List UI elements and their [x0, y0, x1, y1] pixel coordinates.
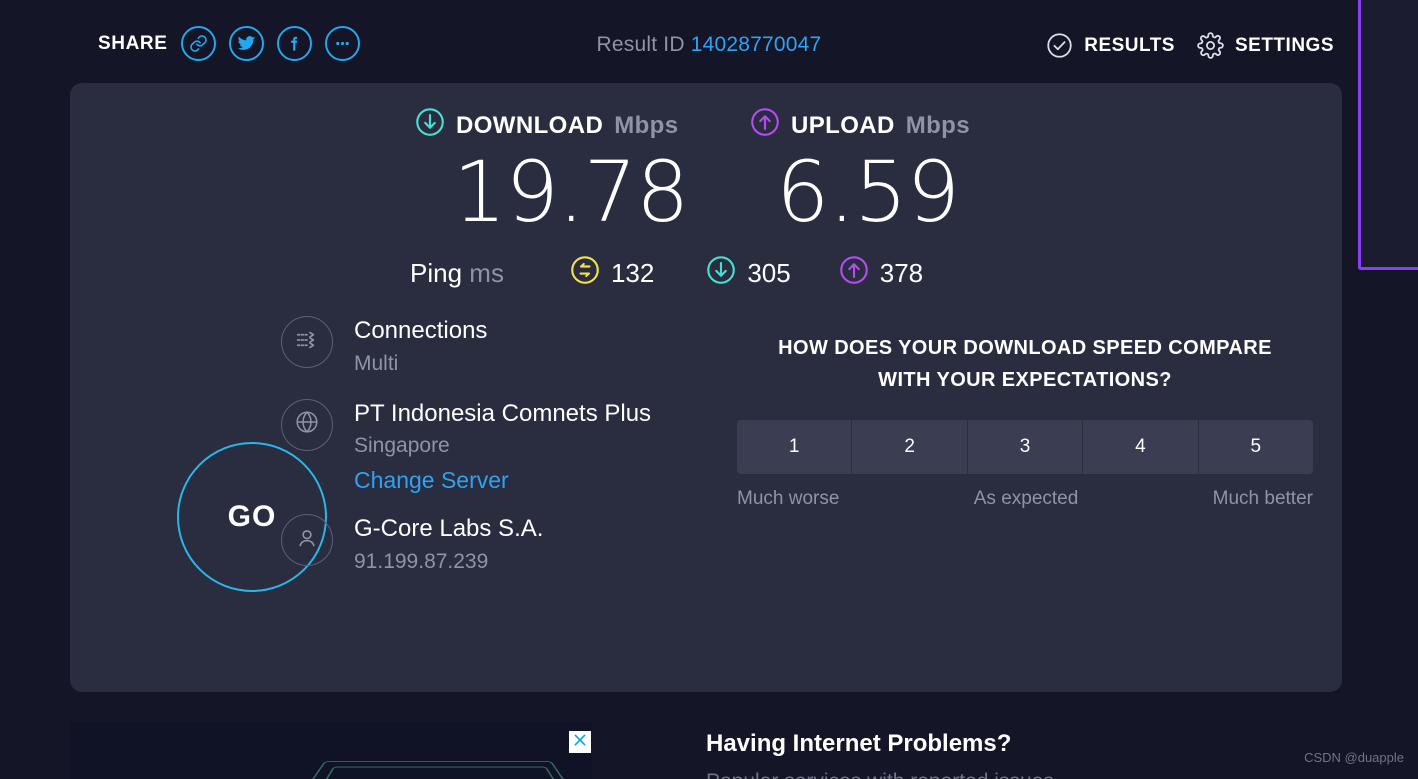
connection-info: Connections Multi PT Indonesia Comnets P…	[281, 314, 701, 595]
info-row-isp: G-Core Labs S.A. 91.199.87.239	[281, 512, 701, 577]
download-result: DOWNLOAD Mbps 19.78	[415, 107, 689, 241]
upload-value: 6.59	[776, 143, 960, 241]
survey-legend: Much worse As expected Much better	[737, 488, 1313, 510]
nav-results[interactable]: RESULTS	[1046, 32, 1175, 59]
ping-upload-value: 378	[879, 258, 924, 288]
download-label: DOWNLOAD	[456, 111, 604, 139]
nav-results-label: RESULTS	[1084, 34, 1175, 56]
isp-text: G-Core Labs S.A. 91.199.87.239	[354, 512, 543, 577]
survey-rating-group: 1 2 3 4 5	[737, 419, 1314, 474]
rating-button-3[interactable]: 3	[967, 419, 1084, 474]
connections-arrows-icon	[293, 326, 321, 359]
ping-idle-value: 132	[610, 258, 655, 288]
ad-banner[interactable]	[70, 722, 592, 779]
upload-header: UPLOAD Mbps	[750, 107, 970, 144]
result-card: DOWNLOAD Mbps 19.78 UPLOAD Mbps 6.59 Pin…	[70, 83, 1342, 692]
download-value: 19.78	[453, 143, 689, 241]
upload-arrow-icon	[750, 107, 780, 144]
upload-result: UPLOAD Mbps 6.59	[750, 107, 970, 234]
survey-title-line2: WITH YOUR EXPECTATIONS?	[878, 369, 1172, 392]
connections-text: Connections Multi	[354, 314, 487, 379]
server-secondary: Singapore	[354, 434, 450, 458]
download-header: DOWNLOAD Mbps	[415, 107, 688, 144]
server-primary: PT Indonesia Comnets Plus	[354, 399, 652, 427]
change-server-link[interactable]: Change Server	[354, 467, 651, 494]
download-arrow-icon	[415, 107, 445, 144]
watermark: CSDN @duapple	[1304, 750, 1404, 765]
upload-label: UPLOAD	[791, 111, 895, 139]
ping-label: Ping ms	[410, 258, 504, 289]
ping-download-value: 305	[747, 258, 791, 288]
user-icon	[293, 524, 321, 557]
ping-download: 305	[706, 255, 791, 292]
legend-right: Much better	[1212, 487, 1313, 509]
internet-problems-subtitle: Popular services with reported issues	[706, 770, 1054, 779]
nav-settings[interactable]: SETTINGS	[1197, 32, 1334, 59]
gear-icon	[1197, 32, 1224, 59]
check-circle-icon	[1046, 32, 1073, 59]
download-unit: Mbps	[614, 111, 679, 139]
ad-close-button[interactable]	[569, 731, 591, 753]
survey: HOW DOES YOUR DOWNLOAD SPEED COMPARE WIT…	[737, 332, 1314, 510]
ping-idle: 132	[570, 255, 654, 292]
result-id-label: Result ID	[596, 33, 685, 56]
info-row-connections: Connections Multi	[281, 314, 701, 379]
top-bar: SHARE Result ID 14028770047 RESULTS SETT…	[0, 0, 1418, 270]
ping-unit: ms	[469, 258, 504, 288]
upload-arrow-icon	[839, 255, 869, 292]
upload-unit: Mbps	[905, 111, 970, 139]
isp-secondary: 91.199.87.239	[354, 549, 489, 573]
connections-primary: Connections	[354, 317, 488, 344]
ping-upload: 378	[839, 255, 923, 292]
legend-left: Much worse	[737, 487, 840, 509]
internet-problems-title: Having Internet Problems?	[706, 730, 1012, 757]
result-id-value[interactable]: 14028770047	[691, 33, 822, 56]
globe-icon	[293, 408, 321, 441]
download-arrow-icon	[706, 255, 736, 292]
nav-settings-label: SETTINGS	[1234, 34, 1334, 56]
idle-latency-icon	[570, 255, 600, 292]
go-button-label: GO	[227, 500, 277, 533]
ping-row: Ping ms 132 305 378	[410, 255, 923, 292]
rating-button-2[interactable]: 2	[852, 419, 968, 474]
info-row-server: PT Indonesia Comnets Plus Singapore Chan…	[281, 397, 701, 495]
server-text: PT Indonesia Comnets Plus Singapore Chan…	[354, 397, 651, 495]
rating-button-1[interactable]: 1	[737, 419, 853, 474]
survey-title-line1: HOW DOES YOUR DOWNLOAD SPEED COMPARE	[778, 337, 1272, 359]
legend-center: As expected	[973, 487, 1079, 509]
nav-right: RESULTS SETTINGS	[1046, 32, 1334, 59]
isp-icon-wrap[interactable]	[281, 514, 333, 567]
ad-artwork	[285, 760, 591, 779]
connections-icon-wrap[interactable]	[281, 316, 333, 368]
server-icon-wrap[interactable]	[281, 398, 333, 451]
promo-panel-edge	[1358, 0, 1418, 270]
rating-button-4[interactable]: 4	[1083, 419, 1199, 474]
connections-secondary: Multi	[354, 351, 399, 375]
internet-problems-section: Having Internet Problems? Popular servic…	[706, 730, 1054, 779]
close-icon	[572, 732, 588, 753]
rating-button-5[interactable]: 5	[1198, 419, 1314, 474]
ping-word: Ping	[410, 258, 463, 288]
isp-primary: G-Core Labs S.A.	[354, 515, 544, 543]
survey-title: HOW DOES YOUR DOWNLOAD SPEED COMPARE WIT…	[737, 332, 1313, 397]
